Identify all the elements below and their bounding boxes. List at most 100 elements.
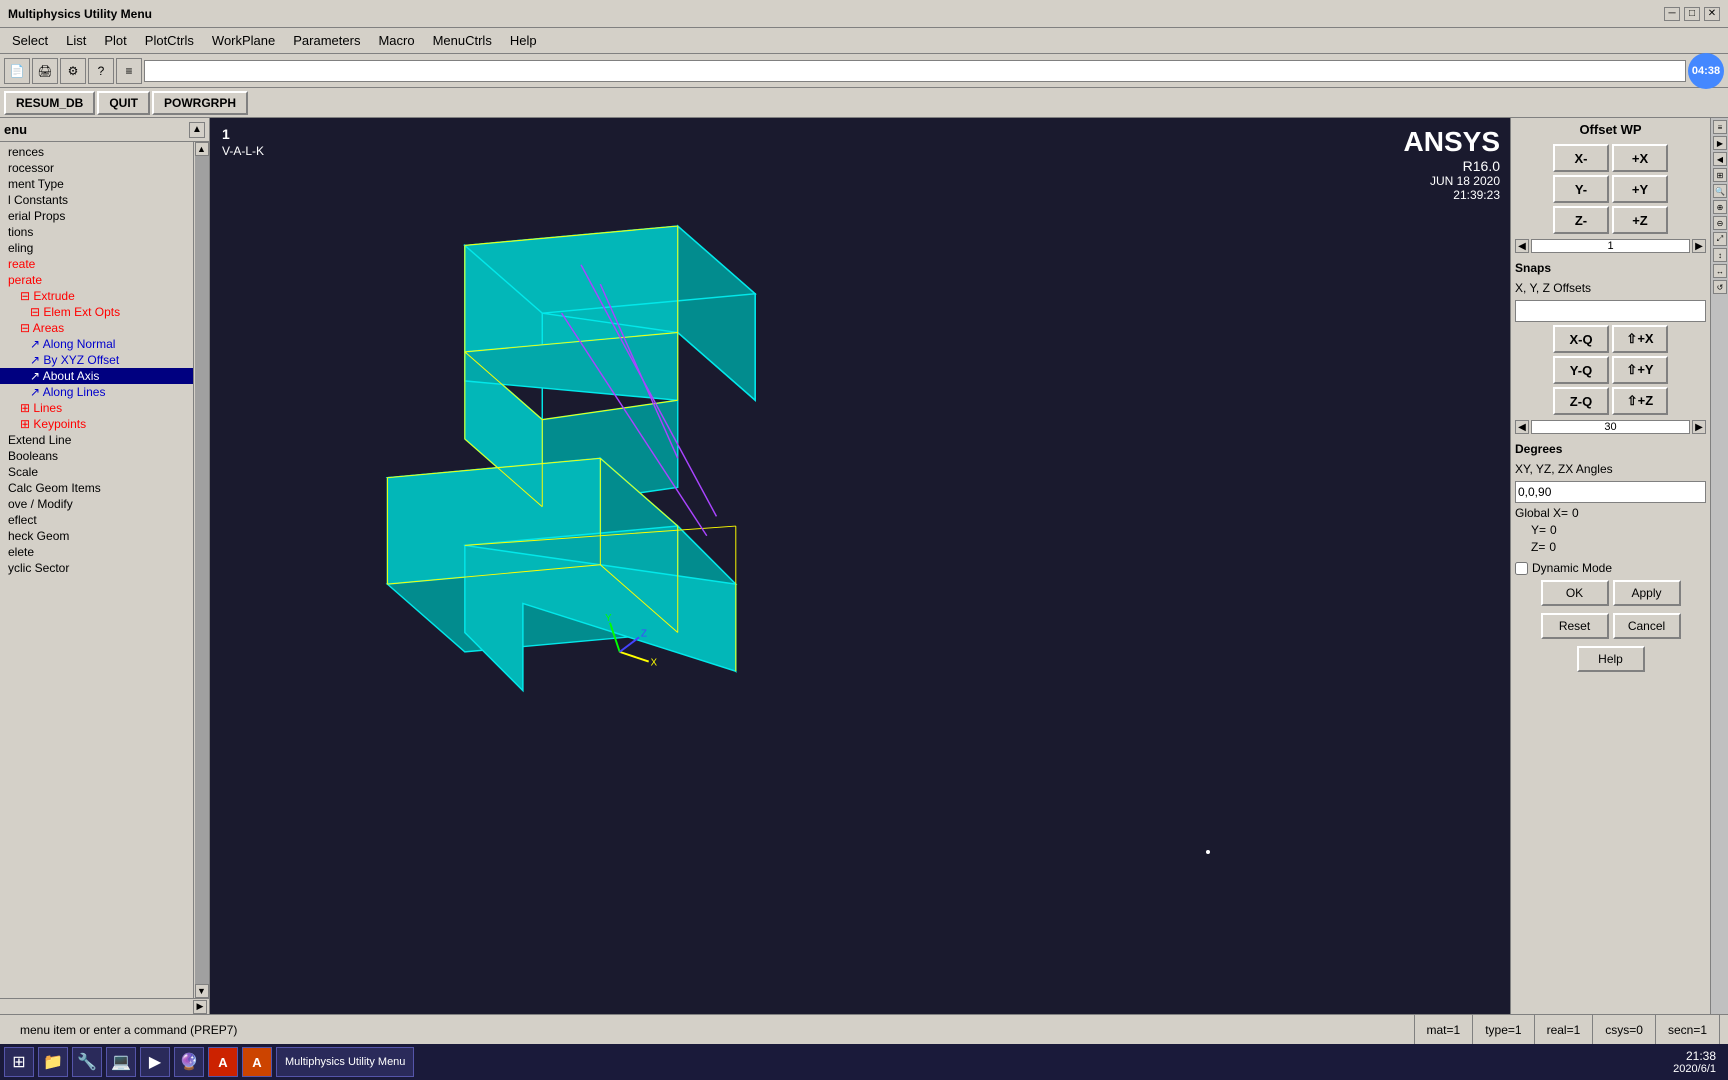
sidebar-item-calc-geom[interactable]: Calc Geom Items (0, 480, 193, 496)
sidebar-item-tions[interactable]: tions (0, 224, 193, 240)
toolbar-btn-3[interactable]: ⚙ (60, 58, 86, 84)
sidebar-item-eflect[interactable]: eflect (0, 512, 193, 528)
help-row: Help (1515, 646, 1706, 672)
menu-select[interactable]: Select (4, 31, 56, 50)
far-right-btn-11[interactable]: ↺ (1713, 280, 1727, 294)
far-right-btn-2[interactable]: ▶ (1713, 136, 1727, 150)
toolbar-btn-4[interactable]: ? (88, 58, 114, 84)
yq-button[interactable]: Y-Q (1553, 356, 1609, 384)
zq-button[interactable]: Z-Q (1553, 387, 1609, 415)
slider-right-arrow[interactable]: ▶ (1692, 239, 1706, 253)
scrollbar-up-arrow[interactable]: ▲ (195, 142, 209, 156)
far-right-btn-4[interactable]: ⊞ (1713, 168, 1727, 182)
taskbar-folder-icon[interactable]: 📁 (38, 1047, 68, 1077)
far-right-btn-9[interactable]: ↕ (1713, 248, 1727, 262)
y-plus-button[interactable]: +Y (1612, 175, 1668, 203)
xyz-offset-input[interactable] (1515, 300, 1706, 322)
sidebar-item-rences[interactable]: rences (0, 144, 193, 160)
sidebar-item-ment-type[interactable]: ment Type (0, 176, 193, 192)
toolbar-btn-2[interactable]: 🖨 (32, 58, 58, 84)
far-right-btn-5[interactable]: 🔍 (1713, 184, 1727, 198)
sidebar-item-move-modify[interactable]: ove / Modify (0, 496, 193, 512)
z-shift-plus-button[interactable]: ⇧+Z (1612, 387, 1668, 415)
far-right-btn-6[interactable]: ⊕ (1713, 200, 1727, 214)
sidebar-item-erial-props[interactable]: erial Props (0, 208, 193, 224)
taskbar-ansys-icon2[interactable]: A (242, 1047, 272, 1077)
far-right-btn-10[interactable]: ↔ (1713, 264, 1727, 278)
menu-help[interactable]: Help (502, 31, 545, 50)
sidebar-item-rocessor[interactable]: rocessor (0, 160, 193, 176)
help-button[interactable]: Help (1577, 646, 1645, 672)
far-right-btn-7[interactable]: ⊖ (1713, 216, 1727, 230)
resum-db-button[interactable]: RESUM_DB (4, 91, 95, 115)
menu-workplane[interactable]: WorkPlane (204, 31, 283, 50)
menu-plotctrls[interactable]: PlotCtrls (137, 31, 202, 50)
menu-plot[interactable]: Plot (96, 31, 134, 50)
sidebar-item-extend-line[interactable]: Extend Line (0, 432, 193, 448)
menu-macro[interactable]: Macro (370, 31, 422, 50)
sidebar-item-along-lines[interactable]: ↗ Along Lines (0, 384, 193, 400)
sidebar-item-elem-ext-opts[interactable]: ⊟ Elem Ext Opts (0, 304, 193, 320)
dynamic-mode-checkbox[interactable] (1515, 562, 1528, 575)
taskbar-ansys-icon1[interactable]: A (208, 1047, 238, 1077)
xq-button[interactable]: X-Q (1553, 325, 1609, 353)
close-button[interactable]: ✕ (1704, 7, 1720, 21)
quit-button[interactable]: QUIT (97, 91, 150, 115)
taskbar-play-icon[interactable]: ▶ (140, 1047, 170, 1077)
slider-left-arrow[interactable]: ◀ (1515, 239, 1529, 253)
sidebar-collapse-btn[interactable]: ▲ (189, 122, 205, 138)
angles-input[interactable] (1515, 481, 1706, 503)
y-minus-button[interactable]: Y- (1553, 175, 1609, 203)
global-y-value: 0 (1550, 523, 1557, 537)
rotation-slider-left[interactable]: ◀ (1515, 420, 1529, 434)
sidebar-item-yclic-sector[interactable]: yclic Sector (0, 560, 193, 576)
sidebar-item-scale[interactable]: Scale (0, 464, 193, 480)
powrgrph-button[interactable]: POWRGRPH (152, 91, 248, 115)
x-shift-plus-button[interactable]: ⇧+X (1612, 325, 1668, 353)
taskbar-computer-icon[interactable]: 💻 (106, 1047, 136, 1077)
minimize-button[interactable]: ─ (1664, 7, 1680, 21)
sidebar-item-about-axis[interactable]: ↗ About Axis (0, 368, 193, 384)
sidebar-item-heck-geom[interactable]: heck Geom (0, 528, 193, 544)
taskbar-active-window[interactable]: Multiphysics Utility Menu (276, 1047, 414, 1077)
ok-button[interactable]: OK (1541, 580, 1609, 606)
sidebar-item-constants[interactable]: l Constants (0, 192, 193, 208)
sidebar-item-eling[interactable]: eling (0, 240, 193, 256)
sidebar-item-booleans[interactable]: Booleans (0, 448, 193, 464)
z-plus-button[interactable]: +Z (1612, 206, 1668, 234)
cancel-button[interactable]: Cancel (1613, 613, 1681, 639)
x-minus-button[interactable]: X- (1553, 144, 1609, 172)
sidebar-item-lines[interactable]: ⊞ Lines (0, 400, 193, 416)
sidebar-item-keypoints[interactable]: ⊞ Keypoints (0, 416, 193, 432)
far-right-btn-8[interactable]: ⤢ (1713, 232, 1727, 246)
sidebar-item-by-xyz-offset[interactable]: ↗ By XYZ Offset (0, 352, 193, 368)
sidebar-item-reate[interactable]: reate (0, 256, 193, 272)
menu-list[interactable]: List (58, 31, 94, 50)
maximize-button[interactable]: □ (1684, 7, 1700, 21)
menu-menuctrls[interactable]: MenuCtrls (425, 31, 500, 50)
taskbar-start-icon[interactable]: ⊞ (4, 1047, 34, 1077)
z-minus-button[interactable]: Z- (1553, 206, 1609, 234)
taskbar-settings-icon[interactable]: 🔧 (72, 1047, 102, 1077)
apply-button[interactable]: Apply (1613, 580, 1681, 606)
dynamic-mode-row: Dynamic Mode (1515, 561, 1706, 575)
sidebar-expand-btn[interactable]: ▶ (193, 1000, 207, 1014)
reset-button[interactable]: Reset (1541, 613, 1609, 639)
sidebar-item-perate[interactable]: perate (0, 272, 193, 288)
far-right-btn-3[interactable]: ◀ (1713, 152, 1727, 166)
menu-parameters[interactable]: Parameters (285, 31, 368, 50)
sidebar-item-elete[interactable]: elete (0, 544, 193, 560)
toolbar-btn-5[interactable]: ≡ (116, 58, 142, 84)
toolbar-input[interactable] (144, 60, 1686, 82)
toolbar-btn-1[interactable]: 📄 (4, 58, 30, 84)
y-shift-plus-button[interactable]: ⇧+Y (1612, 356, 1668, 384)
sidebar-item-extrude[interactable]: ⊟ Extrude (0, 288, 193, 304)
taskbar-app1-icon[interactable]: 🔮 (174, 1047, 204, 1077)
scrollbar-down-arrow[interactable]: ▼ (195, 984, 209, 998)
sidebar-scrollbar[interactable]: ▲ ▼ (193, 142, 209, 998)
sidebar-item-along-normal[interactable]: ↗ Along Normal (0, 336, 193, 352)
rotation-slider-right[interactable]: ▶ (1692, 420, 1706, 434)
far-right-btn-1[interactable]: ≡ (1713, 120, 1727, 134)
x-plus-button[interactable]: +X (1612, 144, 1668, 172)
sidebar-item-areas[interactable]: ⊟ Areas (0, 320, 193, 336)
